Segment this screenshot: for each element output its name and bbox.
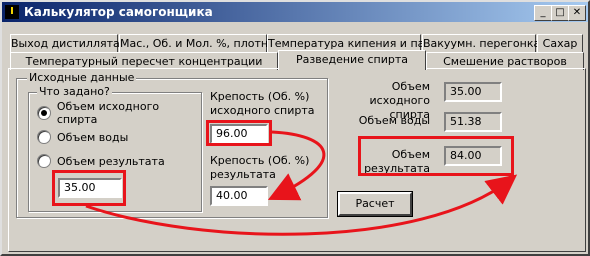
tab-alcohol-dilution[interactable]: Разведение спирта <box>278 50 426 70</box>
source-volume-result-value: 35.00 <box>444 82 502 102</box>
tab-mass-volume-molar[interactable]: Мас., Об. и Мол. %, плотн. <box>119 34 272 52</box>
minimize-button[interactable]: _ <box>534 5 552 21</box>
radio-water-volume-label: Объем воды <box>57 130 129 144</box>
tab-sugar[interactable]: Сахар <box>537 34 583 52</box>
radio-result-volume-label: Объем результата <box>57 154 165 168</box>
radio-source-volume-label: Объем исходного спирта <box>56 100 160 126</box>
highlight-box-result-volume <box>358 136 514 176</box>
calculator-window: I Калькулятор самогонщика _ □ ✕ Выход ди… <box>0 0 590 256</box>
radio-indicator <box>37 154 51 168</box>
strength-result-label: Крепость (Об. %) результата <box>210 154 310 181</box>
what-given-title: Что задано? <box>37 85 112 98</box>
highlight-box-volume-input <box>52 170 126 206</box>
app-icon: I <box>5 5 19 19</box>
tab-vacuum-distillation[interactable]: Вакуумн. перегонка <box>422 34 540 52</box>
maximize-button[interactable]: □ <box>551 5 569 21</box>
radio-indicator <box>37 130 51 144</box>
window-title: Калькулятор самогонщика <box>24 5 213 19</box>
close-button[interactable]: ✕ <box>568 5 586 21</box>
source-data-title: Исходные данные <box>27 71 137 84</box>
radio-indicator-checked <box>37 106 51 120</box>
radio-result-volume[interactable]: Объем результата <box>37 153 165 169</box>
strength-source-label: Крепость (Об. %) исходного спирта <box>210 90 315 117</box>
calculate-button[interactable]: Расчет <box>338 192 412 216</box>
tab-distillate-yield[interactable]: Выход дистиллята <box>10 34 120 52</box>
strength-result-input[interactable]: 40.00 <box>210 186 268 206</box>
radio-water-volume[interactable]: Объем воды <box>37 129 128 145</box>
radio-source-volume[interactable]: Объем исходного спирта <box>37 100 201 126</box>
title-bar[interactable]: I Калькулятор самогонщика _ □ ✕ <box>2 2 588 22</box>
water-volume-result-value: 51.38 <box>444 112 502 132</box>
water-volume-result-label: Объем воды <box>358 114 430 127</box>
highlight-box-source-strength <box>206 120 272 146</box>
